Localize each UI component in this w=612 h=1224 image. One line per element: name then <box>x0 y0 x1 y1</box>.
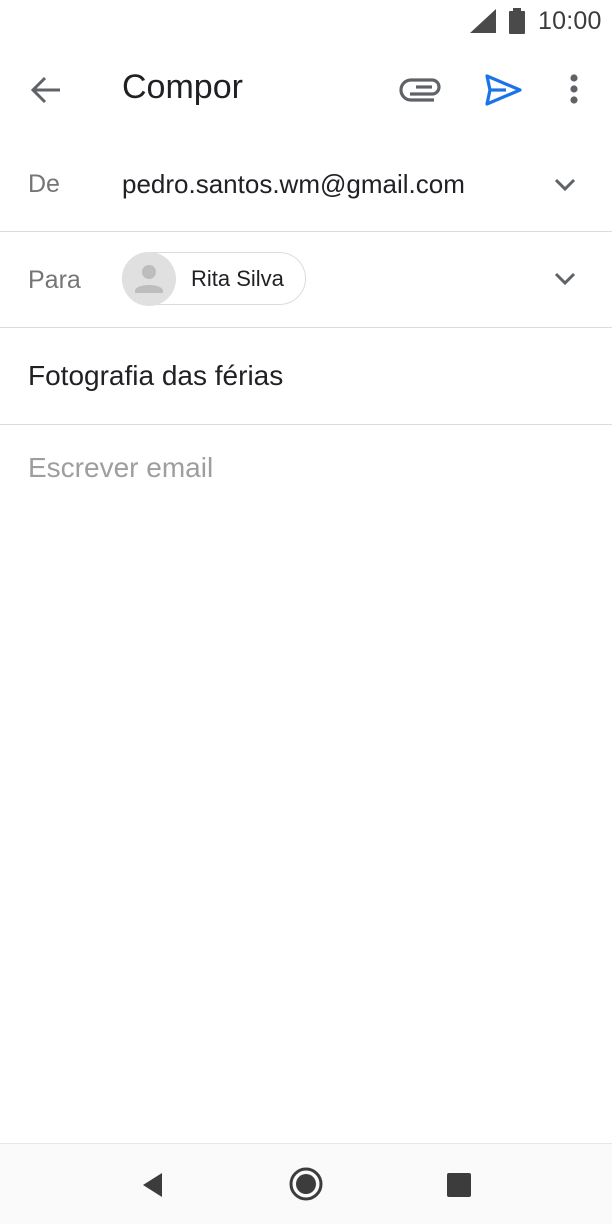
recipient-name: Rita Silva <box>191 266 284 291</box>
nav-home-button[interactable] <box>286 1164 326 1204</box>
back-button[interactable] <box>18 66 74 114</box>
chevron-down-icon <box>554 272 576 286</box>
more-vert-icon <box>570 74 578 104</box>
subject-field[interactable]: Fotografia das férias <box>28 360 283 392</box>
attach-button[interactable] <box>396 68 448 112</box>
chevron-down-icon <box>554 178 576 192</box>
system-nav-bar <box>0 1143 612 1224</box>
to-expand-button[interactable] <box>548 264 582 294</box>
nav-recents-button[interactable] <box>444 1170 474 1200</box>
compose-screen: 10:00 Compor De pedro.santos.wm@gmail.co… <box>0 0 612 1224</box>
body-field[interactable]: Escrever email <box>28 452 588 1112</box>
person-avatar-icon <box>122 252 176 306</box>
battery-icon <box>509 8 525 34</box>
to-label: Para <box>28 266 81 294</box>
from-expand-button[interactable] <box>548 170 582 200</box>
send-icon <box>485 74 522 106</box>
page-title: Compor <box>122 68 243 106</box>
from-account[interactable]: pedro.santos.wm@gmail.com <box>122 169 465 200</box>
status-time: 10:00 <box>538 7 602 35</box>
recipient-chip[interactable]: Rita Silva <box>122 252 306 306</box>
paperclip-icon <box>399 78 441 102</box>
app-bar: Compor <box>0 42 612 136</box>
status-bar: 10:00 <box>0 0 612 42</box>
send-button[interactable] <box>478 66 528 114</box>
from-label: De <box>28 170 60 198</box>
from-row: De pedro.santos.wm@gmail.com <box>0 136 612 232</box>
to-row: Para Rita Silva <box>0 232 612 328</box>
more-options-button[interactable] <box>556 66 592 114</box>
subject-row: Fotografia das férias <box>0 328 612 425</box>
signal-icon <box>470 9 496 33</box>
nav-home-icon <box>289 1167 323 1201</box>
nav-back-button[interactable] <box>138 1168 170 1202</box>
back-arrow-icon <box>30 76 60 104</box>
nav-back-icon <box>143 1173 162 1197</box>
nav-recents-icon <box>447 1173 471 1197</box>
